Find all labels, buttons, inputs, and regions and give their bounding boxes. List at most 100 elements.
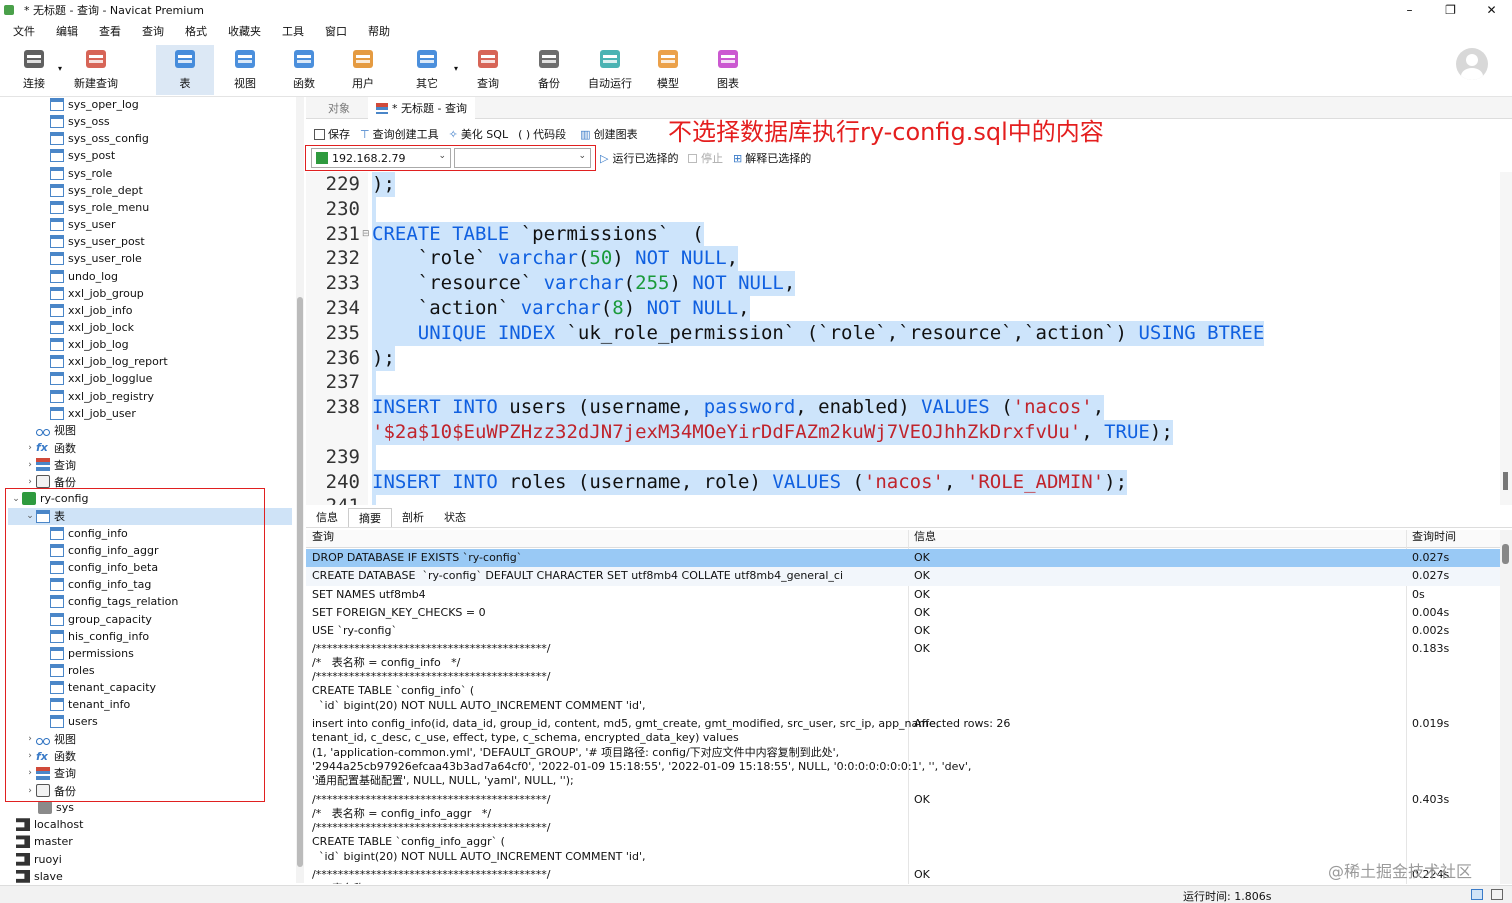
chevron-right-icon[interactable]: › [24, 477, 36, 487]
form-view-icon[interactable] [1491, 889, 1503, 900]
toolbar-chart-button[interactable]: 图表 [703, 45, 753, 95]
tab-status[interactable]: 状态 [434, 508, 476, 527]
close-button[interactable]: ✕ [1471, 0, 1512, 20]
sql-editor[interactable]: 229230231232233234235236237238 239240 241 ⊟… [306, 172, 1500, 505]
tree-table-item[interactable]: sys_oss [38, 113, 110, 130]
grid-scroll-thumb[interactable] [1502, 544, 1509, 564]
connect-dropdown-caret[interactable]: ▾ [58, 64, 62, 73]
menu-view[interactable]: 查看 [91, 23, 129, 39]
query-builder-button[interactable]: ⊤ 查询创建工具 [360, 126, 439, 142]
tree-node-view[interactable]: 视图 [24, 422, 76, 439]
tree-table-item[interactable]: sys_user_post [38, 233, 145, 250]
tab-message[interactable]: 信息 [306, 508, 348, 527]
tab-summary[interactable]: 摘要 [348, 508, 392, 527]
save-button[interactable]: 保存 [314, 126, 350, 142]
tab-query[interactable]: * 无标题 - 查询 [368, 97, 475, 119]
stop-button[interactable]: 停止 [688, 150, 723, 166]
tree-node-query[interactable]: › 查询 [24, 456, 76, 473]
code-line [372, 370, 376, 396]
tree-connection-item[interactable]: localhost [4, 816, 83, 833]
toolbar-new-query-button[interactable]: 新建查询 [70, 45, 122, 95]
menu-file[interactable]: 文件 [5, 23, 43, 39]
minimize-button[interactable]: – [1389, 0, 1430, 20]
menu-help[interactable]: 帮助 [360, 23, 398, 39]
tree-table-item[interactable]: xxl_job_group [38, 285, 144, 302]
table-row[interactable]: SET FOREIGN_KEY_CHECKS = 0 OK 0.004s [306, 604, 1500, 622]
tree-connection-item[interactable]: slave [4, 868, 63, 885]
code-line [372, 196, 376, 222]
tab-profile[interactable]: 剖析 [392, 508, 434, 527]
toolbar-table-button[interactable]: 表 [156, 45, 214, 95]
tree-table-item[interactable]: xxl_job_log [38, 336, 129, 353]
toolbar-function-button[interactable]: 函数 [282, 45, 326, 95]
toolbar-backup-button[interactable]: 备份 [525, 45, 573, 95]
table-row[interactable]: USE `ry-config` OK 0.002s [306, 622, 1500, 640]
tree-table-item[interactable]: xxl_job_logglue [38, 370, 152, 387]
chevron-right-icon[interactable]: › [24, 460, 36, 470]
menu-format[interactable]: 格式 [177, 23, 215, 39]
code-token: ( [841, 470, 864, 493]
menu-query[interactable]: 查询 [134, 23, 172, 39]
tree-table-item[interactable]: sys_oper_log [38, 97, 139, 113]
tree-scroll-thumb[interactable] [297, 297, 303, 867]
fold-toggle-icon[interactable]: ⊟ [362, 229, 370, 239]
table-row[interactable]: insert into config_info(id, data_id, gro… [306, 716, 1500, 792]
toolbar-query-button[interactable]: 查询 [463, 45, 513, 95]
tree-node-func[interactable]: › fx 函数 [24, 439, 76, 456]
tree-table-item[interactable]: sys_oss_config [38, 130, 149, 147]
chevron-right-icon[interactable]: › [24, 443, 36, 453]
explain-selected-button[interactable]: ⊞ 解释已选择的 [733, 150, 811, 166]
tree-table-item[interactable]: sys_post [38, 147, 115, 164]
toolbar-user-button[interactable]: 用户 [340, 45, 386, 95]
tree-table-item[interactable]: xxl_job_user [38, 405, 136, 422]
snippet-button[interactable]: ( ) 代码段 [518, 126, 566, 142]
header-time[interactable]: 查询时间 [1406, 530, 1456, 544]
database-select[interactable]: ⌄ [454, 148, 591, 168]
tree-scrollbar[interactable] [296, 97, 304, 883]
menu-edit[interactable]: 编辑 [48, 23, 86, 39]
table-row[interactable]: /***************************************… [306, 641, 1500, 717]
menu-favorites[interactable]: 收藏夹 [220, 23, 269, 39]
run-selected-button[interactable]: ▷ 运行已选择的 [600, 150, 678, 166]
status-bar: 运行时间: 1.806s [0, 885, 1512, 903]
tree-table-item[interactable]: sys_user [38, 216, 115, 233]
tree-table-item[interactable]: sys_role [38, 165, 112, 182]
tree-table-item[interactable]: xxl_job_info [38, 302, 132, 319]
tree-table-item[interactable]: undo_log [38, 268, 118, 285]
header-query[interactable]: 查询 [306, 530, 334, 544]
table-row[interactable]: /***************************************… [306, 867, 1500, 884]
tree-connection-item[interactable]: master [4, 833, 73, 850]
toolbar-label: 函数 [293, 77, 315, 90]
tree-table-item[interactable]: xxl_job_registry [38, 388, 154, 405]
tree-table-item[interactable]: xxl_job_log_report [38, 353, 168, 370]
editor-scroll-thumb[interactable] [1503, 472, 1508, 490]
tree-connection-item[interactable]: ruoyi [4, 851, 62, 868]
table-row[interactable]: /***************************************… [306, 792, 1500, 868]
editor-scrollbar[interactable] [1500, 172, 1512, 505]
grid-scrollbar[interactable] [1500, 530, 1512, 884]
table-row[interactable]: DROP DATABASE IF EXISTS `ry-config` OK 0.0… [306, 549, 1500, 568]
menu-window[interactable]: 窗口 [317, 23, 355, 39]
toolbar-plug-button[interactable]: 连接 [14, 45, 54, 95]
connection-select[interactable]: 192.168.2.79 ⌄ [311, 148, 451, 168]
user-avatar[interactable] [1456, 48, 1488, 80]
other-dropdown-caret[interactable]: ▾ [454, 64, 458, 73]
toolbar-view-button[interactable]: 视图 [222, 45, 268, 95]
toolbar-robot-button[interactable]: 自动运行 [582, 45, 638, 95]
header-info[interactable]: 信息 [908, 530, 936, 544]
table-icon [50, 372, 64, 386]
menu-tools[interactable]: 工具 [274, 23, 312, 39]
maximize-button[interactable]: ❐ [1430, 0, 1471, 20]
tree-table-item[interactable]: sys_role_dept [38, 182, 143, 199]
tab-objects[interactable]: 对象 [320, 97, 358, 119]
toolbar-tools-button[interactable]: 其它 [403, 45, 451, 95]
table-row[interactable]: CREATE DATABASE `ry-config` DEFAULT CHAR… [306, 567, 1500, 586]
tree-table-item[interactable]: sys_user_role [38, 250, 142, 267]
table-row[interactable]: SET NAMES utf8mb4 OK 0s [306, 586, 1500, 604]
toolbar-model-button[interactable]: 模型 [645, 45, 691, 95]
grid-view-icon[interactable] [1471, 889, 1483, 900]
beautify-sql-button[interactable]: ✧ 美化 SQL [449, 126, 508, 142]
create-chart-button[interactable]: ▥ 创建图表 [580, 126, 637, 142]
tree-table-item[interactable]: sys_role_menu [38, 199, 149, 216]
tree-table-item[interactable]: xxl_job_lock [38, 319, 134, 336]
